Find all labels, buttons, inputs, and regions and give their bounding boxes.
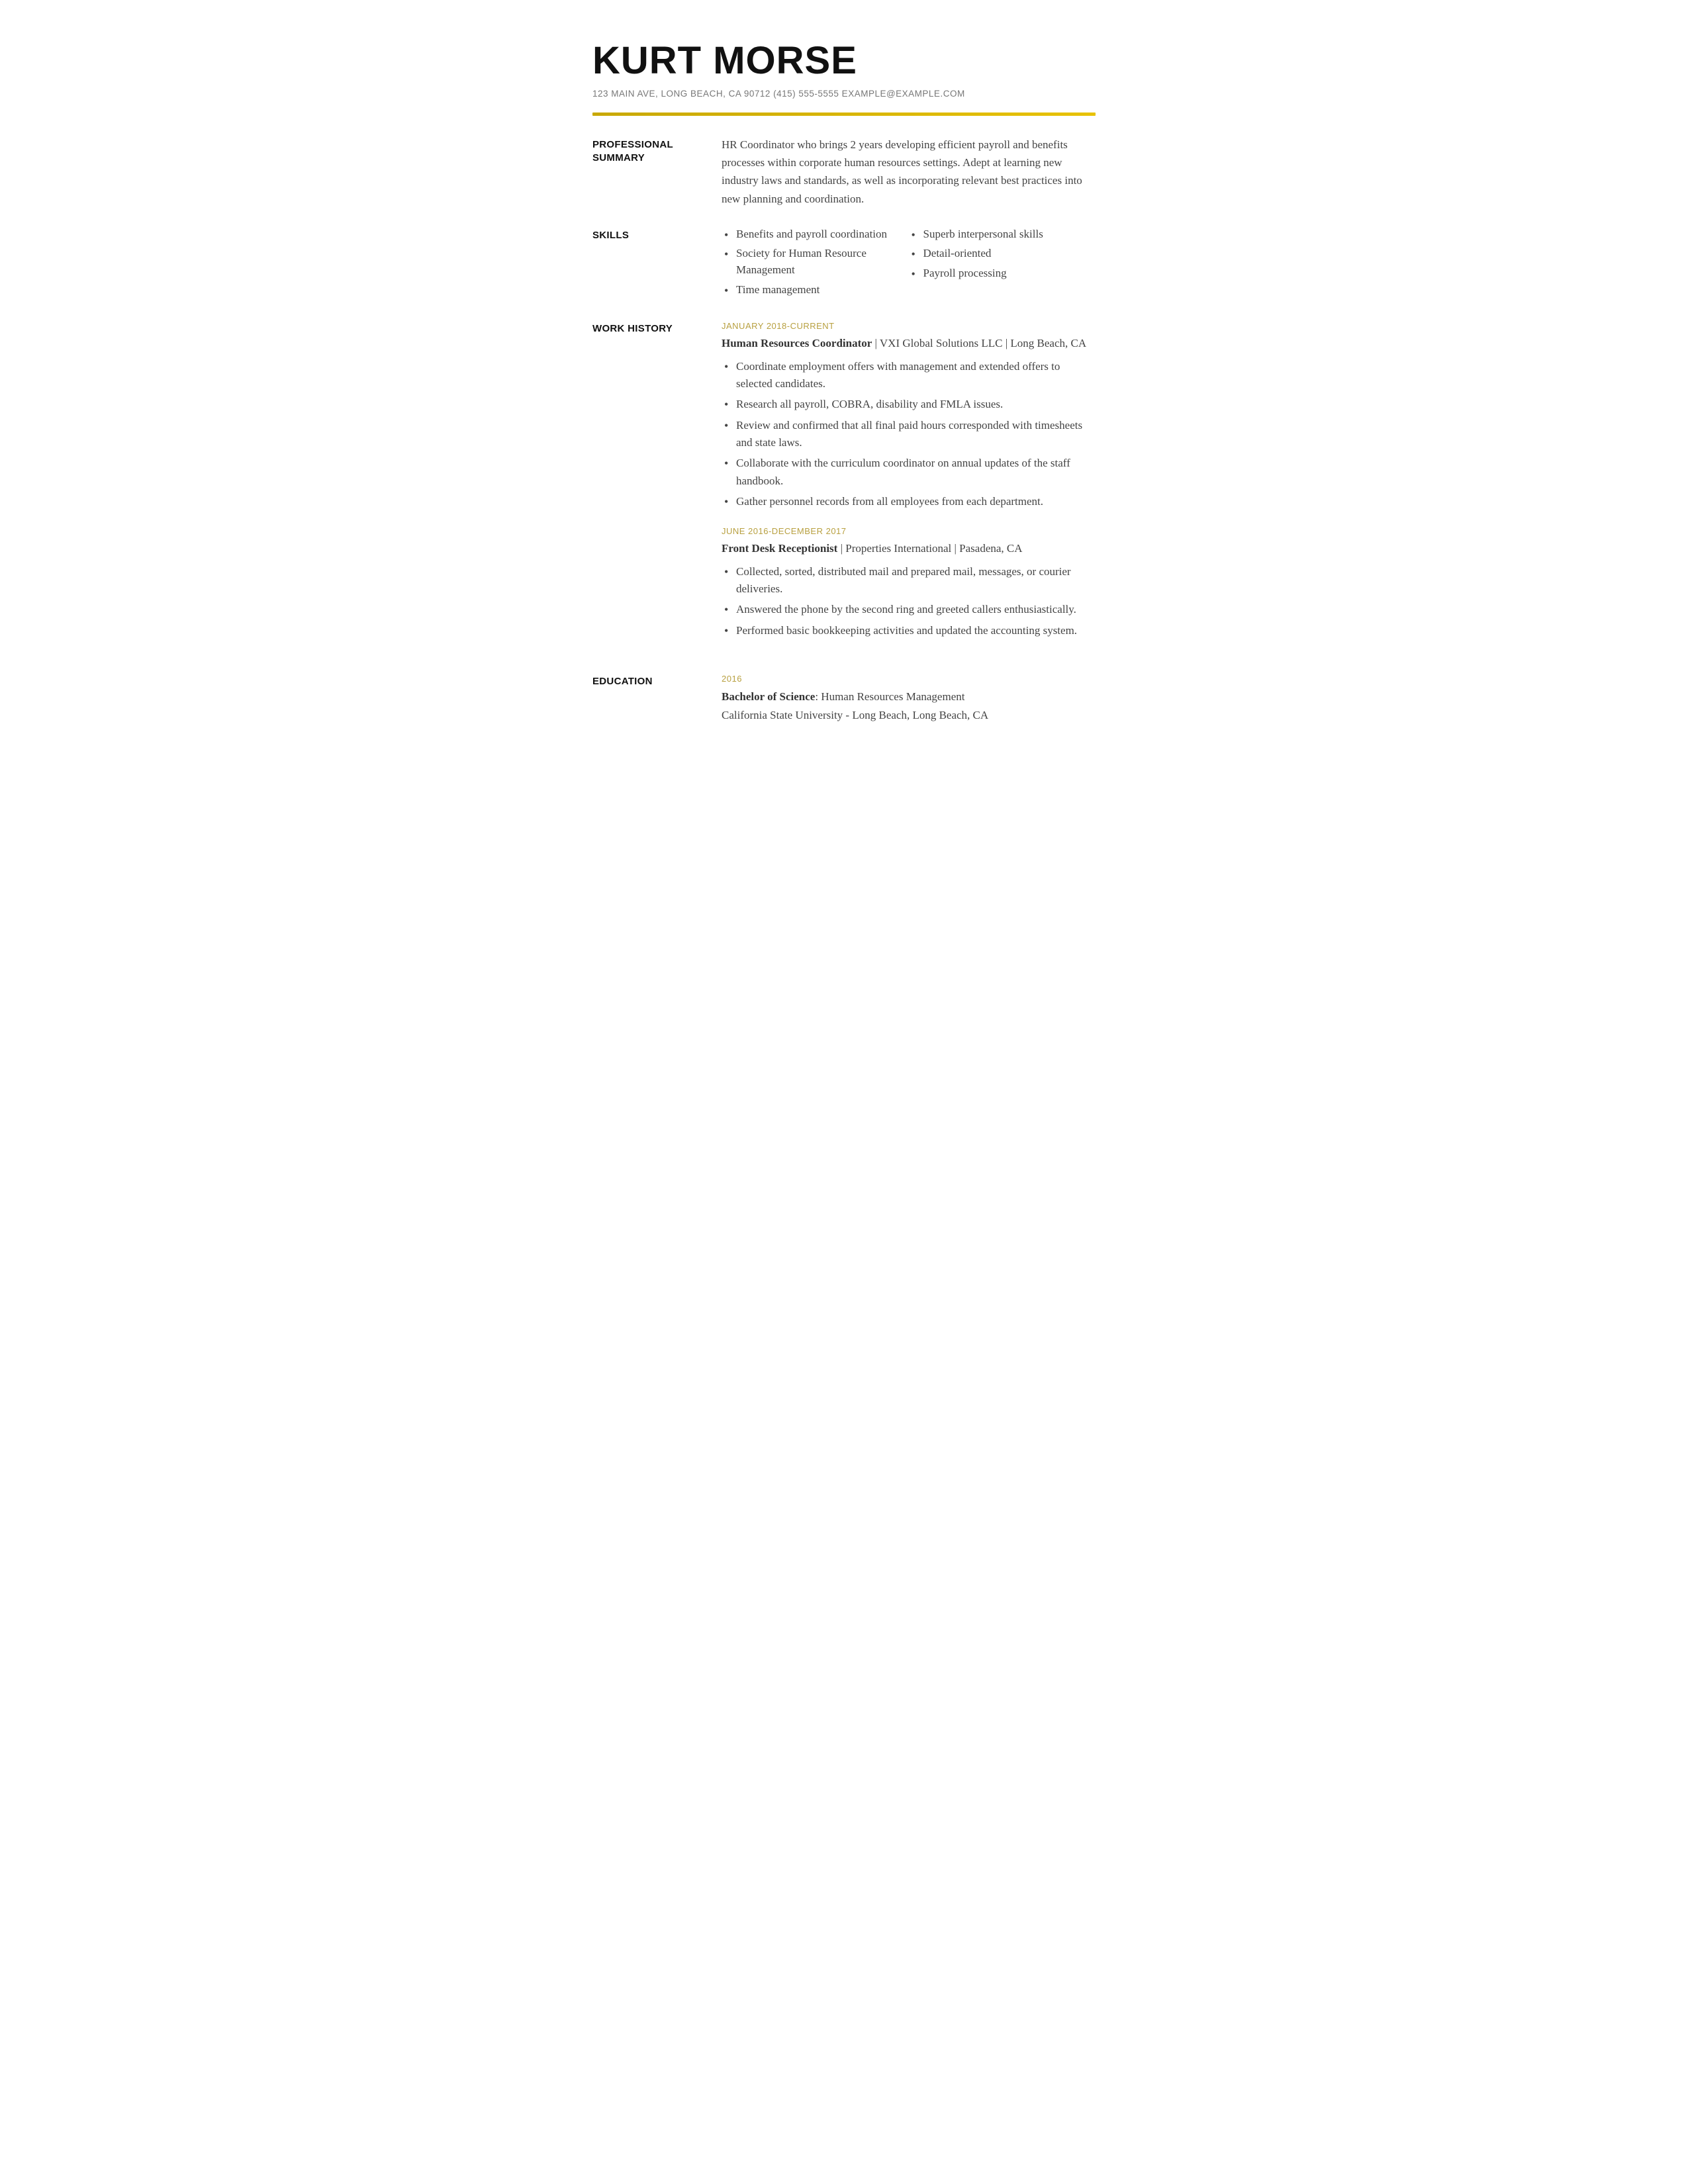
resume-header: KURT MORSE 123 MAIN AVE, LONG BEACH, CA …: [592, 40, 1096, 101]
job-date-2: JUNE 2016-DECEMBER 2017: [722, 525, 1096, 538]
edu-school: California State University - Long Beach…: [722, 707, 1096, 724]
skills-content: Benefits and payroll coordination Societ…: [722, 226, 1096, 320]
work-history-label: WORK HISTORY: [592, 322, 702, 336]
contact-info: 123 MAIN AVE, LONG BEACH, CA 90712 (415)…: [592, 87, 1096, 101]
job-company-1: | VXI Global Solutions LLC | Long Beach,…: [875, 337, 1087, 349]
summary-section: PROFESSIONAL SUMMARY HR Coordinator who …: [592, 136, 1096, 226]
job-bullet: Gather personnel records from all employ…: [722, 493, 1096, 510]
job-entry-2: JUNE 2016-DECEMBER 2017 Front Desk Recep…: [722, 525, 1096, 639]
job-bullet: Research all payroll, COBRA, disability …: [722, 396, 1096, 413]
skill-item: Detail-oriented: [909, 246, 1096, 262]
education-label: EDUCATION: [592, 675, 702, 688]
job-bullet: Collected, sorted, distributed mail and …: [722, 563, 1096, 598]
skill-item: Payroll processing: [909, 265, 1096, 282]
job-bullets-2: Collected, sorted, distributed mail and …: [722, 563, 1096, 639]
skills-label: SKILLS: [592, 229, 702, 242]
summary-text: HR Coordinator who brings 2 years develo…: [722, 136, 1096, 208]
education-section: EDUCATION 2016 Bachelor of Science: Huma…: [592, 672, 1096, 743]
job-title-2: Front Desk Receptionist: [722, 542, 837, 555]
gold-divider: [592, 113, 1096, 116]
job-date-1: JANUARY 2018-CURRENT: [722, 320, 1096, 333]
skills-grid: Benefits and payroll coordination Societ…: [722, 226, 1096, 302]
education-label-cell: EDUCATION: [592, 672, 722, 743]
edu-year: 2016: [722, 672, 1096, 686]
summary-label-cell: PROFESSIONAL SUMMARY: [592, 136, 722, 226]
skills-col-1: Benefits and payroll coordination Societ…: [722, 226, 909, 302]
edu-degree-title: Bachelor of Science: [722, 690, 815, 703]
skill-item: Time management: [722, 282, 909, 298]
skills-label-cell: SKILLS: [592, 226, 722, 320]
skills-section: SKILLS Benefits and payroll coordination…: [592, 226, 1096, 320]
job-entry-1: JANUARY 2018-CURRENT Human Resources Coo…: [722, 320, 1096, 510]
skill-item: Superb interpersonal skills: [909, 226, 1096, 243]
job-title-1: Human Resources Coordinator: [722, 337, 872, 349]
job-bullet: Collaborate with the curriculum coordina…: [722, 455, 1096, 490]
job-bullet: Coordinate employment offers with manage…: [722, 358, 1096, 393]
edu-field: : Human Resources Management: [815, 690, 964, 703]
job-bullet: Answered the phone by the second ring an…: [722, 601, 1096, 618]
candidate-name: KURT MORSE: [592, 40, 1096, 82]
work-history-content: JANUARY 2018-CURRENT Human Resources Coo…: [722, 320, 1096, 672]
work-history-section: WORK HISTORY JANUARY 2018-CURRENT Human …: [592, 320, 1096, 672]
job-bullet: Review and confirmed that all final paid…: [722, 417, 1096, 452]
job-bullets-1: Coordinate employment offers with manage…: [722, 358, 1096, 511]
summary-label: PROFESSIONAL SUMMARY: [592, 138, 702, 165]
resume-body: PROFESSIONAL SUMMARY HR Coordinator who …: [592, 136, 1096, 743]
skills-col-2: Superb interpersonal skills Detail-orien…: [909, 226, 1096, 302]
job-title-line-1: Human Resources Coordinator | VXI Global…: [722, 336, 1096, 351]
job-title-line-2: Front Desk Receptionist | Properties Int…: [722, 541, 1096, 557]
skill-item: Benefits and payroll coordination: [722, 226, 909, 243]
job-company-2: | Properties International | Pasadena, C…: [841, 542, 1023, 555]
job-bullet: Performed basic bookkeeping activities a…: [722, 622, 1096, 639]
edu-degree: Bachelor of Science: Human Resources Man…: [722, 688, 1096, 705]
summary-content: HR Coordinator who brings 2 years develo…: [722, 136, 1096, 226]
work-history-label-cell: WORK HISTORY: [592, 320, 722, 672]
education-content: 2016 Bachelor of Science: Human Resource…: [722, 672, 1096, 743]
skill-item: Society for Human Resource Management: [722, 246, 909, 278]
